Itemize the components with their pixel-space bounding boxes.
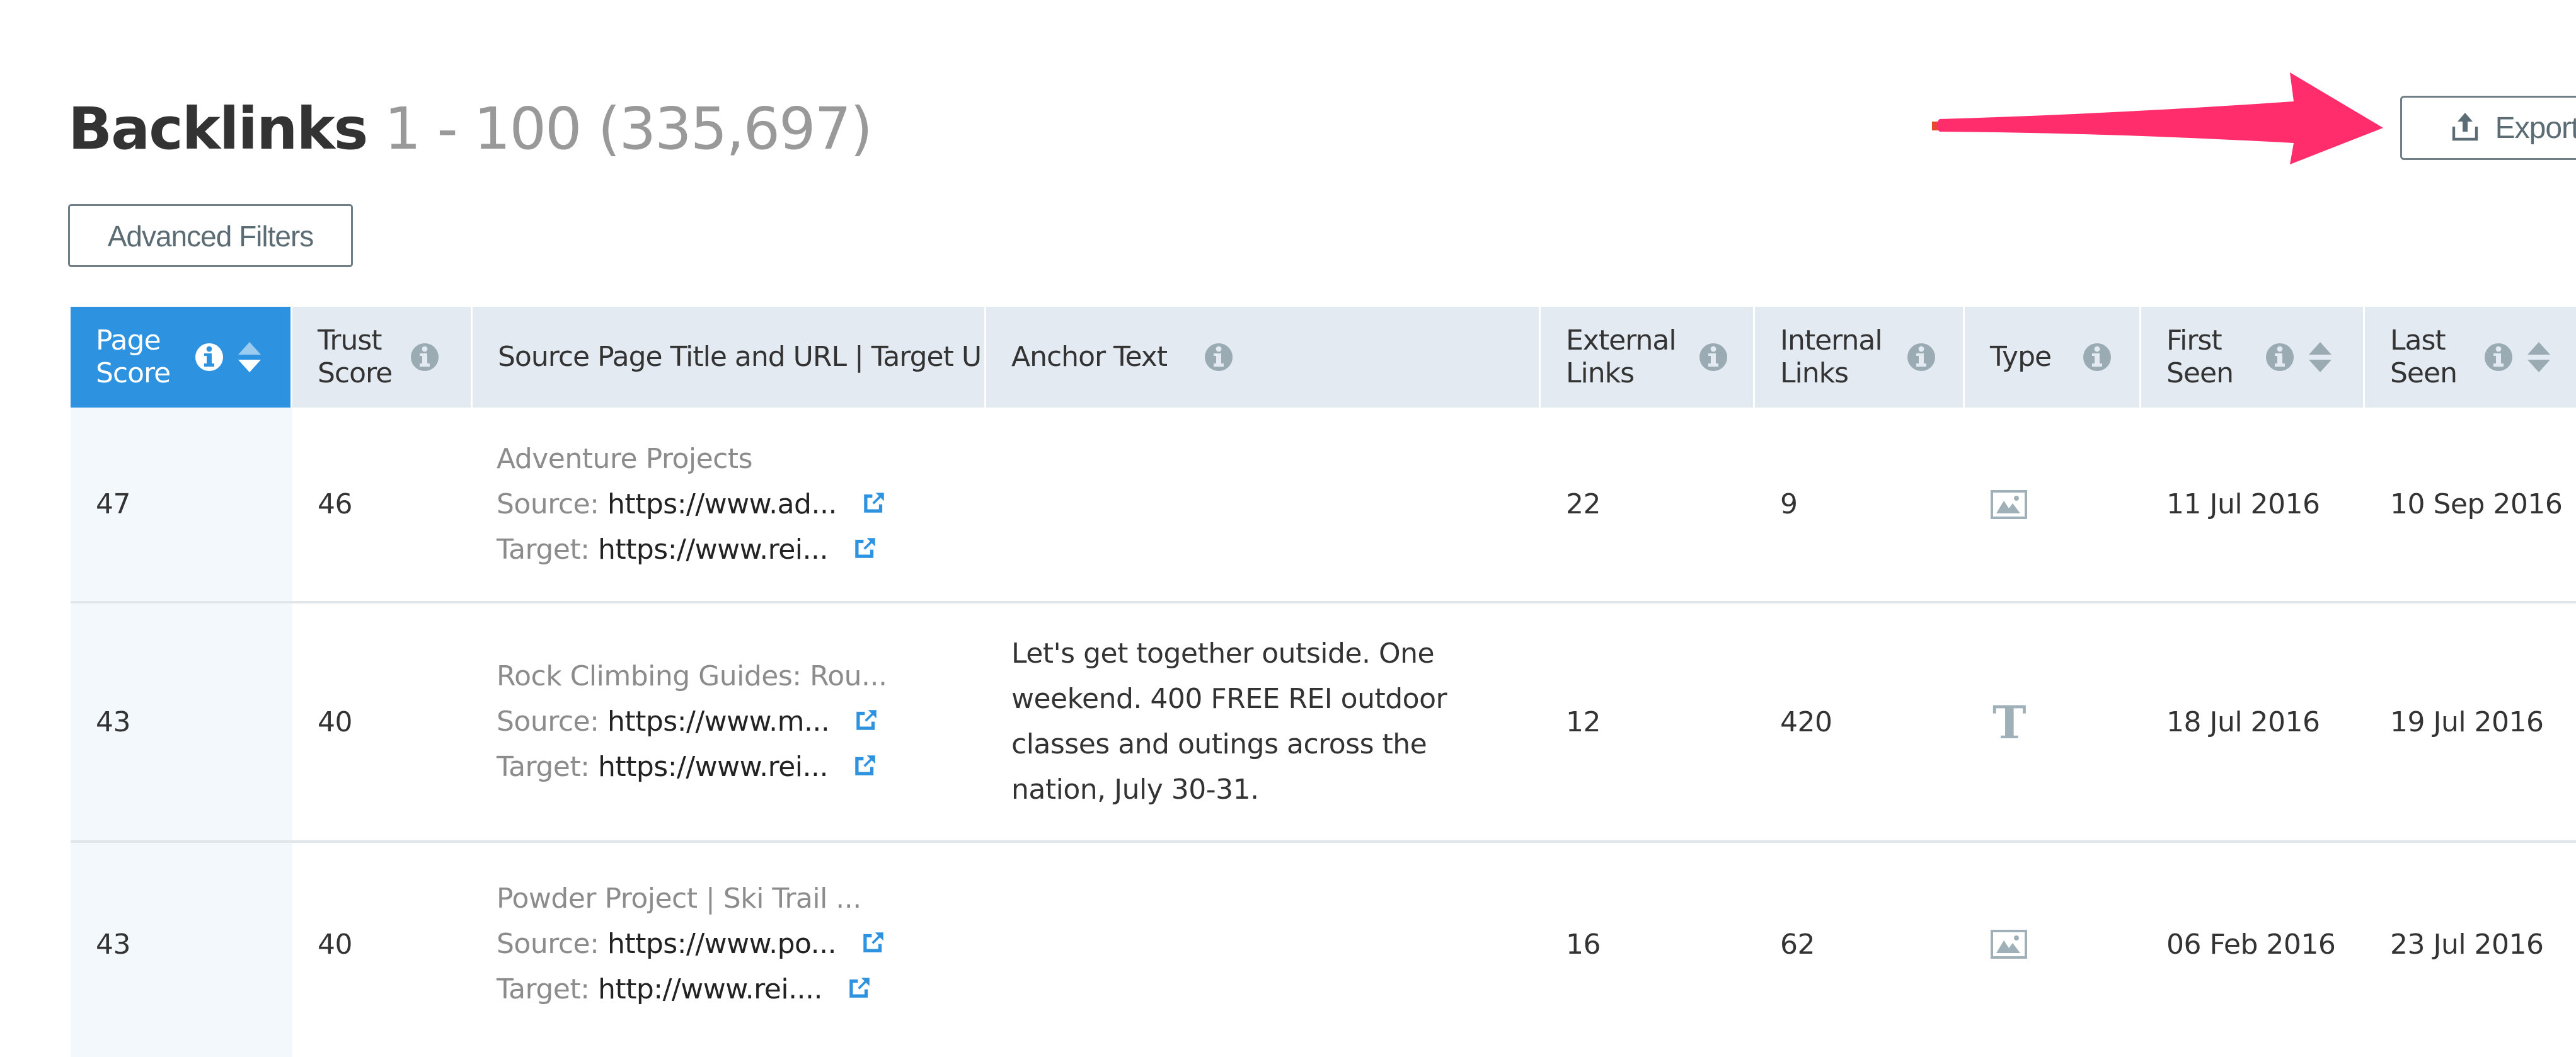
source-key: Source: [497, 928, 599, 960]
column-header-source[interactable]: Source Page Title and URL | Target U [473, 307, 986, 408]
source-url[interactable]: https://www.ad... [607, 488, 837, 520]
target-key: Target: [497, 533, 590, 566]
trust-score-value: 40 [318, 928, 353, 961]
header-label: External [1566, 324, 1677, 357]
anchor-text [1011, 408, 1490, 601]
sort-icon[interactable] [236, 340, 263, 375]
header-label: Page [96, 324, 161, 357]
source-key: Source: [497, 706, 599, 738]
trust-score-value: 46 [318, 488, 353, 520]
page-title-main: Backlinks [68, 95, 368, 163]
source-page-title: Rock Climbing Guides: Rou... [497, 660, 887, 692]
table-row: 43 40 Powder Project | Ski Trail ... Sou… [71, 843, 2576, 1057]
last-seen-value: 19 Jul 2016 [2390, 706, 2544, 738]
target-key: Target: [497, 751, 590, 783]
text-type-icon: T [1992, 695, 2027, 749]
info-icon[interactable] [2265, 340, 2295, 375]
header-label: Anchor Text [1011, 341, 1168, 373]
type-cell: T [1992, 603, 2027, 840]
source-url[interactable]: https://www.po... [607, 928, 837, 960]
image-type-icon [1991, 489, 2027, 519]
annotation-arrow [1932, 72, 2383, 164]
table-row: 43 40 Rock Climbing Guides: Rou... Sourc… [71, 603, 2576, 843]
column-header-anchor-text[interactable]: Anchor Text [986, 307, 1541, 408]
sort-icon[interactable] [2525, 340, 2553, 375]
anchor-text: Let's get together outside. One weekend.… [1011, 637, 1447, 806]
page-title: Backlinks 1 - 100 (335,697) [68, 88, 873, 170]
column-header-trust-score[interactable]: Trust Score [292, 307, 473, 408]
source-url[interactable]: https://www.m... [607, 706, 830, 738]
header-label: Trust [318, 324, 382, 357]
info-icon[interactable] [1698, 340, 1728, 375]
external-link-icon[interactable] [860, 929, 887, 956]
target-key: Target: [497, 973, 590, 1005]
export-button[interactable]: Export [2400, 96, 2576, 160]
first-seen-value: 11 Jul 2016 [2166, 488, 2320, 520]
info-icon[interactable] [2483, 340, 2514, 375]
external-link-icon[interactable] [852, 752, 878, 779]
target-url[interactable]: https://www.rei... [598, 751, 829, 783]
internal-links-value: 9 [1780, 488, 1798, 520]
external-link-icon[interactable] [852, 535, 878, 561]
header-label: Last [2390, 324, 2446, 357]
trust-score-value: 40 [318, 706, 353, 738]
first-seen-value: 06 Feb 2016 [2166, 928, 2336, 961]
header-label: Score [96, 357, 171, 389]
external-link-icon[interactable] [846, 974, 873, 1001]
column-header-external-links[interactable]: External Links [1541, 307, 1755, 408]
target-url[interactable]: https://www.rei... [598, 534, 829, 566]
arrow-shape [1936, 72, 2383, 164]
internal-links-value: 420 [1780, 706, 1832, 738]
column-header-first-seen[interactable]: First Seen [2141, 307, 2365, 408]
header-label: Type [1990, 341, 2052, 373]
anchor-text [1011, 843, 1490, 1046]
type-cell [1990, 408, 2028, 601]
source-target-cell: Adventure Projects Source: https://www.a… [497, 408, 887, 601]
source-target-cell: Rock Climbing Guides: Rou... Source: htt… [497, 603, 887, 840]
column-header-last-seen[interactable]: Last Seen [2365, 307, 2576, 408]
external-links-value: 22 [1566, 488, 1601, 520]
column-header-page-score[interactable]: Page Score [71, 307, 292, 408]
external-link-icon[interactable] [861, 489, 887, 516]
column-header-internal-links[interactable]: Internal Links [1755, 307, 1965, 408]
results-range: 1 - 100 (335,697) [384, 95, 873, 163]
source-target-cell: Powder Project | Ski Trail ... Source: h… [497, 843, 887, 1046]
last-seen-value: 23 Jul 2016 [2390, 928, 2544, 961]
info-icon[interactable] [1204, 340, 1234, 375]
sort-icon[interactable] [2306, 340, 2334, 375]
table-row: 47 46 Adventure Projects Source: https:/… [71, 408, 2576, 603]
target-url[interactable]: http://www.rei.... [598, 973, 823, 1005]
export-label: Export [2495, 111, 2576, 145]
info-icon[interactable] [410, 340, 440, 375]
info-icon[interactable] [1906, 340, 1936, 375]
external-links-value: 16 [1566, 928, 1601, 961]
image-type-icon [1991, 930, 2027, 959]
header-label: Score [318, 357, 393, 389]
source-page-title: Powder Project | Ski Trail ... [497, 883, 861, 915]
page-score-value: 43 [96, 928, 131, 961]
page-score-value: 47 [96, 488, 131, 520]
source-page-title: Adventure Projects [497, 442, 753, 475]
header-label: Source Page Title and URL | Target U [498, 341, 982, 373]
header-label: First [2166, 324, 2222, 357]
info-icon[interactable] [2082, 340, 2112, 375]
internal-links-value: 62 [1780, 928, 1815, 961]
advanced-filters-button[interactable]: Advanced Filters [68, 204, 353, 267]
last-seen-value: 10 Sep 2016 [2390, 488, 2563, 520]
page-score-value: 43 [96, 706, 131, 738]
external-link-icon[interactable] [853, 707, 880, 733]
first-seen-value: 18 Jul 2016 [2166, 706, 2320, 738]
header-label: Seen [2166, 357, 2234, 389]
header-label: Links [1566, 357, 1635, 389]
info-icon[interactable] [194, 340, 224, 375]
header-label: Links [1780, 357, 1849, 389]
column-header-type[interactable]: Type [1965, 307, 2141, 408]
type-cell [1990, 843, 2028, 1046]
source-key: Source: [497, 488, 599, 520]
upload-icon [2452, 113, 2478, 141]
external-links-value: 12 [1566, 706, 1601, 738]
header-label: Internal [1780, 324, 1883, 357]
header-label: Seen [2390, 357, 2458, 389]
